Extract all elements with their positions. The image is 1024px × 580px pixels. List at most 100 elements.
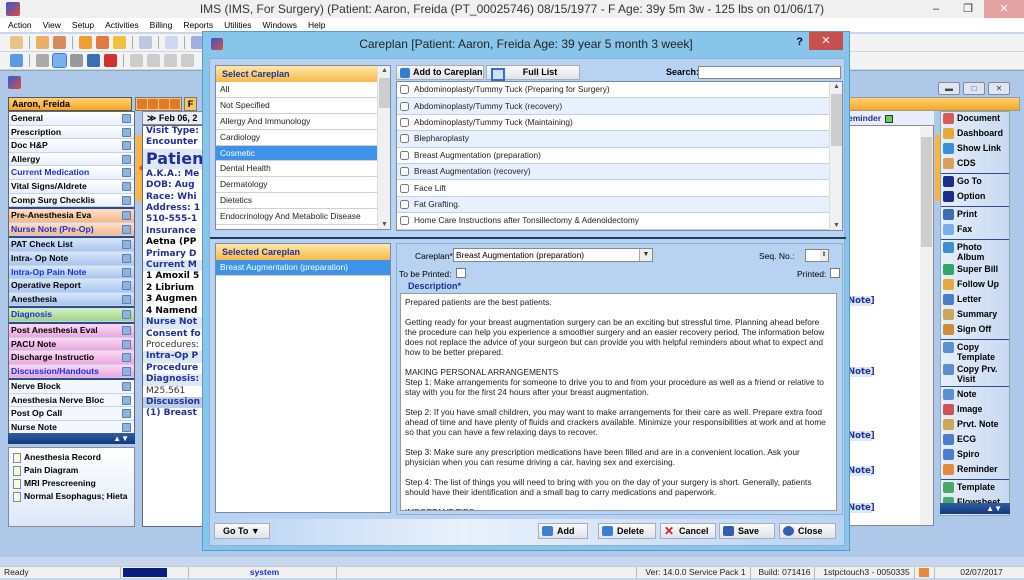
note-icon[interactable]	[122, 224, 131, 234]
action-print[interactable]: Print	[941, 208, 1009, 223]
dialog-close-button[interactable]: ✕	[809, 32, 843, 50]
note-icon[interactable]	[122, 395, 131, 405]
action-sign-off[interactable]: Sign Off	[941, 323, 1009, 338]
careplan-checkbox[interactable]	[400, 216, 409, 226]
provider-icon[interactable]	[36, 36, 49, 49]
category-item[interactable]: All	[216, 82, 377, 98]
note-icon[interactable]	[122, 168, 131, 178]
careplan-row[interactable]: Breast Augmentation (preparation)	[397, 148, 829, 164]
note-icon[interactable]	[122, 195, 131, 205]
careplan-checkbox[interactable]	[400, 167, 409, 177]
save-button[interactable]: Save	[719, 523, 775, 539]
prescription-icon[interactable]	[139, 36, 152, 49]
heart-icon[interactable]	[104, 54, 117, 67]
document-item[interactable]: Normal Esophagus; Hieta	[9, 490, 134, 503]
action-super-bill[interactable]: Super Bill	[941, 263, 1009, 278]
nav-item[interactable]: Anesthesia	[9, 292, 134, 307]
action-template[interactable]: Template	[941, 481, 1009, 496]
action-option[interactable]: Option	[941, 190, 1009, 205]
phone-icon[interactable]	[159, 99, 169, 109]
note-icon[interactable]	[122, 423, 131, 433]
spinner-icon[interactable]: ⇕	[820, 250, 828, 261]
category-item[interactable]: Cardiology	[216, 130, 377, 146]
action-fax[interactable]: Fax	[941, 223, 1009, 238]
patient-icon[interactable]	[10, 36, 23, 49]
child-maximize-button[interactable]: □	[963, 82, 985, 95]
action-copy-template[interactable]: Copy Template	[941, 341, 1009, 363]
careplan-checkbox[interactable]	[400, 199, 409, 209]
nav-item[interactable]: Anesthesia Nerve Bloc	[9, 393, 134, 408]
careplan-row[interactable]: Face Lift	[397, 180, 829, 197]
nav-item[interactable]: Doc H&P	[9, 139, 134, 153]
category-item[interactable]: Dental Health	[216, 161, 377, 178]
note-icon[interactable]	[122, 382, 131, 392]
note-icon[interactable]	[122, 240, 131, 250]
note-icon[interactable]	[122, 310, 131, 320]
document-item[interactable]: Pain Diagram	[9, 464, 134, 477]
selected-careplan-item[interactable]: Breast Augmentation (preparation)	[216, 260, 390, 276]
category-item[interactable]: Dietetics	[216, 193, 377, 210]
menu-reports[interactable]: Reports	[183, 20, 213, 30]
note-icon[interactable]	[122, 181, 131, 191]
nav-item[interactable]: PACU Note	[9, 337, 134, 352]
note-icon[interactable]	[122, 294, 131, 304]
action-scroll-arrows[interactable]: ▲▼	[940, 503, 1010, 514]
document-item[interactable]: MRI Prescreening	[9, 477, 134, 490]
nav-item[interactable]: Diagnosis	[9, 308, 134, 322]
add-button[interactable]: Add	[538, 523, 588, 539]
note-icon[interactable]	[122, 325, 131, 335]
nav-item[interactable]: Nerve Block	[9, 380, 134, 394]
nav-item[interactable]: Comp Surg Checklis	[9, 193, 134, 208]
patient-photo-icon[interactable]	[137, 99, 147, 109]
chevron-down-icon[interactable]: ▼	[639, 249, 652, 261]
careplan-checkbox[interactable]	[400, 183, 409, 193]
note-icon[interactable]	[122, 281, 131, 291]
menu-setup[interactable]: Setup	[72, 20, 94, 30]
full-list-button[interactable]: Full List	[486, 65, 580, 81]
print-icon[interactable]	[87, 54, 100, 67]
action-document[interactable]: Document	[941, 112, 1009, 127]
action-copy-prv-visit[interactable]: Copy Prv. Visit	[941, 363, 1009, 385]
minimize-button[interactable]: –	[920, 0, 952, 18]
menu-billing[interactable]: Billing	[150, 20, 173, 30]
careplan-row[interactable]: Abdominoplasty/Tummy Tuck (recovery)	[397, 98, 829, 115]
goto-button[interactable]: Go To ▼	[214, 523, 270, 539]
careplan-checkbox[interactable]	[400, 117, 409, 127]
note-icon[interactable]	[122, 353, 131, 363]
menu-view[interactable]: View	[43, 20, 61, 30]
note-icon[interactable]	[122, 267, 131, 277]
category-item[interactable]: Not Specified	[216, 98, 377, 114]
note-icon[interactable]	[122, 339, 131, 349]
careplan-checkbox[interactable]	[400, 85, 409, 95]
close-button[interactable]: ✕	[984, 0, 1024, 18]
patient-info-icons[interactable]	[135, 97, 182, 111]
action-follow-up[interactable]: Follow Up	[941, 278, 1009, 293]
careplan-scrollbar[interactable]: ▲ ▼	[829, 82, 842, 230]
search-input[interactable]	[698, 66, 841, 79]
category-item[interactable]: Endocrinology And Metabolic Disease	[216, 209, 377, 226]
menu-activities[interactable]: Activities	[105, 20, 139, 30]
careplan-select[interactable]: Breast Augmentation (preparation) ▼	[453, 248, 653, 262]
maximize-button[interactable]: ❐	[952, 0, 984, 18]
note-icon[interactable]	[122, 127, 131, 137]
action-photo-album[interactable]: Photo Album	[941, 241, 1009, 263]
note-icon[interactable]	[122, 366, 131, 376]
id-icon[interactable]	[148, 99, 158, 109]
open-folder-icon[interactable]	[10, 54, 23, 67]
folder-icon[interactable]	[79, 36, 92, 49]
child-close-button[interactable]: ✕	[988, 82, 1010, 95]
add-record-icon[interactable]	[36, 54, 49, 67]
nav-item[interactable]: Pre-Anesthesia Eva	[9, 209, 134, 223]
info-icon[interactable]	[170, 99, 180, 109]
action-dashboard[interactable]: Dashboard	[941, 127, 1009, 142]
menu-windows[interactable]: Windows	[263, 20, 297, 30]
edit-record-icon[interactable]	[52, 53, 67, 68]
nav-item[interactable]: Discharge Instructio	[9, 351, 134, 365]
nav-item[interactable]: PAT Check List	[9, 238, 134, 252]
action-ecg[interactable]: ECG	[941, 433, 1009, 448]
category-scrollbar[interactable]: ▲ ▼	[377, 66, 390, 229]
action-spiro[interactable]: Spiro	[941, 448, 1009, 463]
child-minimize-button[interactable]: ▬	[938, 82, 960, 95]
lab-flask-icon[interactable]	[113, 36, 126, 49]
careplan-row[interactable]: Abdominoplasty/Tummy Tuck (Preparing for…	[397, 82, 829, 99]
